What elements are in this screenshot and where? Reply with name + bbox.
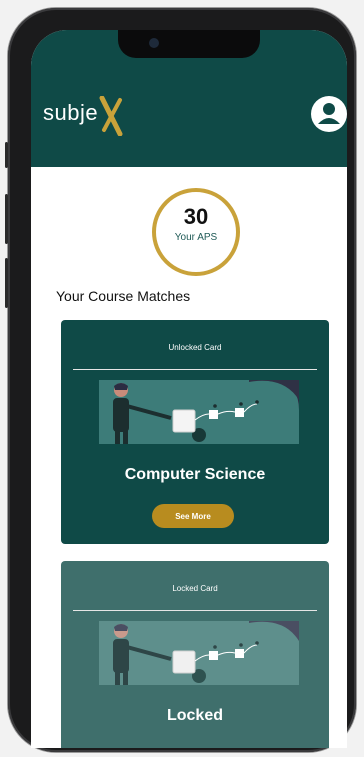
volume-down-button	[5, 258, 8, 308]
card-title: Locked	[166, 707, 223, 724]
section-title: Your Course Matches	[56, 288, 191, 304]
presentation-illustration	[99, 380, 299, 444]
course-card-unlocked[interactable]: Unlocked Card Computer Science See More	[61, 320, 329, 544]
volume-up-button	[5, 194, 8, 244]
logo-text: subje	[43, 100, 99, 125]
card-header: Locked Card	[172, 584, 218, 593]
user-avatar-icon	[318, 103, 340, 124]
app-header: subje	[31, 30, 347, 167]
front-camera	[149, 38, 159, 48]
card-title: Computer Science	[124, 466, 266, 483]
mute-switch	[5, 142, 8, 168]
course-card-locked: Locked Card Locked	[61, 561, 329, 748]
app-screen: subje 30 Your APS Your Course Matches Un…	[31, 30, 347, 748]
phone-notch	[118, 30, 260, 58]
aps-label: Your APS	[174, 232, 218, 243]
user-avatar-button[interactable]	[311, 96, 347, 132]
logo-x-mark-icon	[99, 96, 123, 136]
presentation-illustration	[99, 621, 299, 685]
aps-score-circle: 30 Your APS	[152, 188, 240, 276]
app-logo[interactable]: subje	[43, 96, 153, 136]
phone-frame: subje 30 Your APS Your Course Matches Un…	[5, 8, 356, 752]
aps-value: 30	[183, 204, 209, 229]
card-divider	[73, 610, 317, 611]
card-header: Unlocked Card	[168, 343, 222, 352]
card-divider	[73, 369, 317, 370]
see-more-button[interactable]: See More	[152, 504, 234, 528]
